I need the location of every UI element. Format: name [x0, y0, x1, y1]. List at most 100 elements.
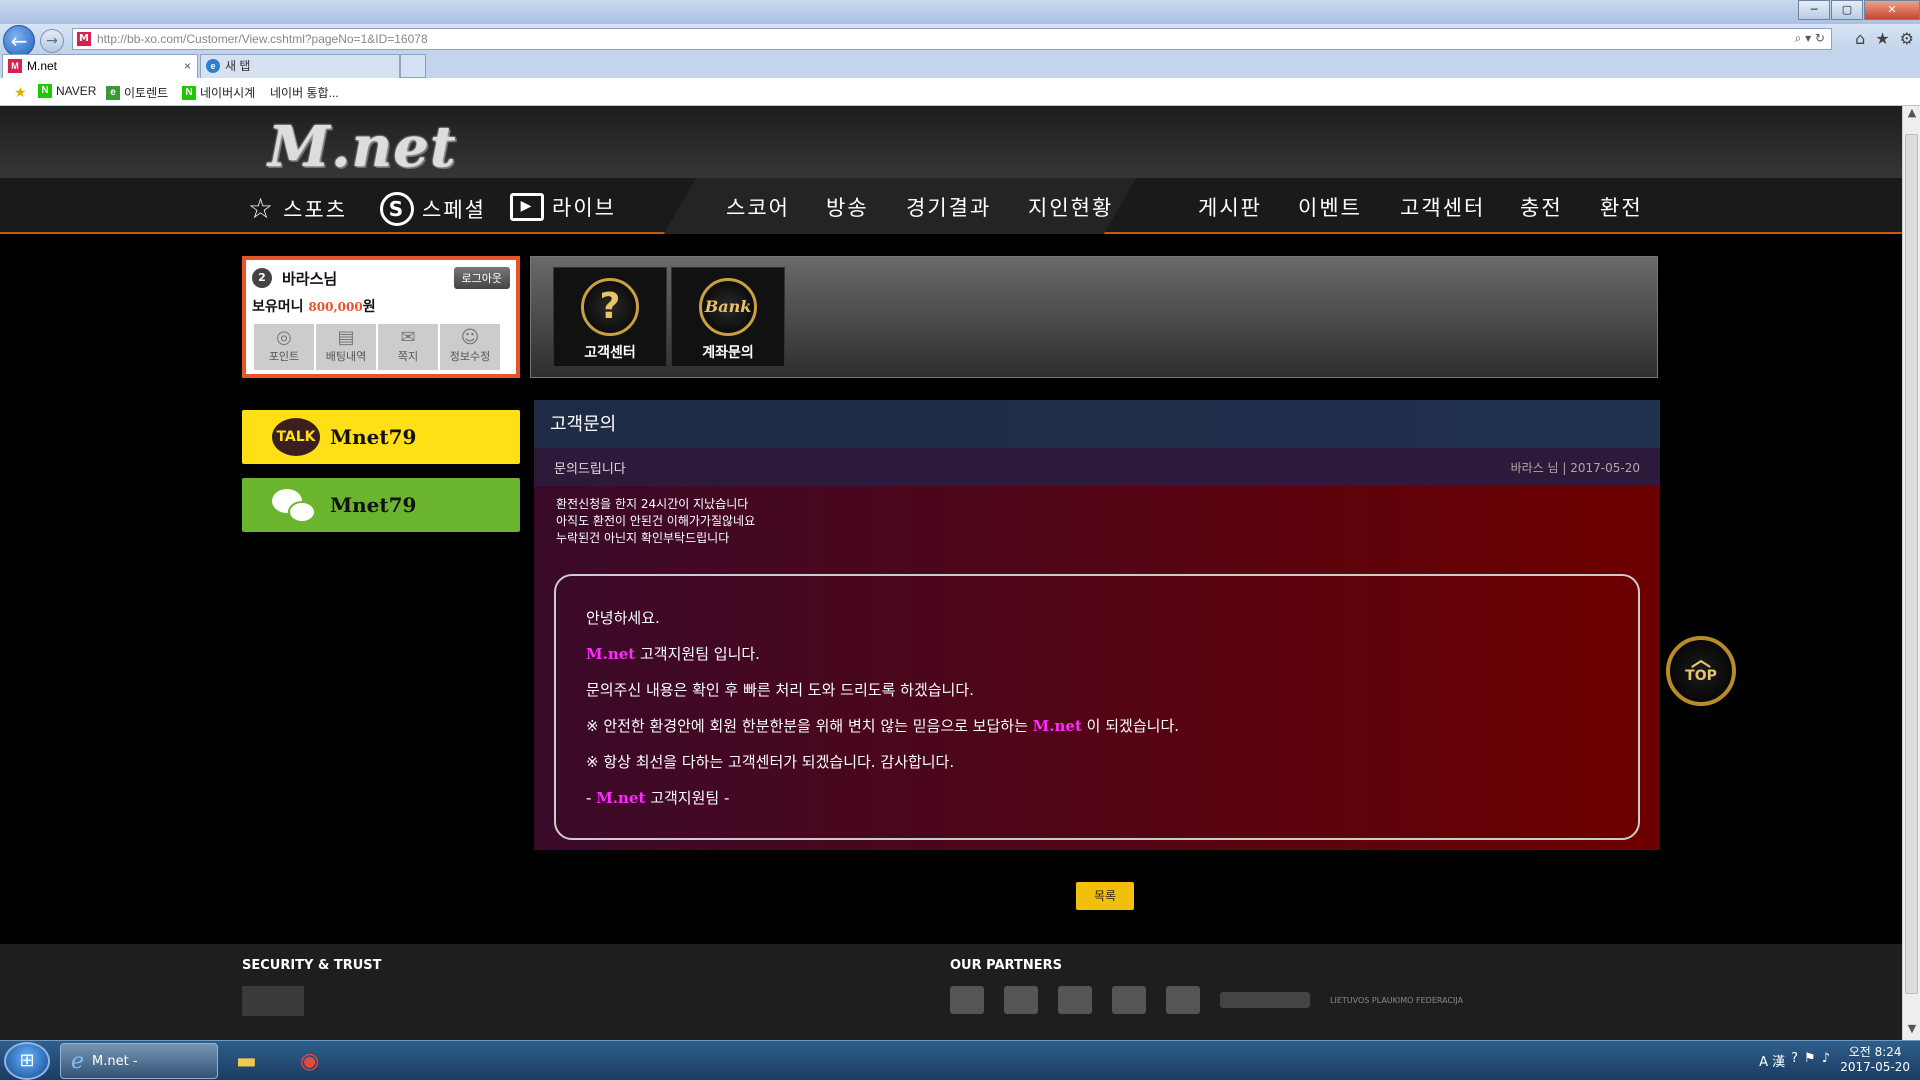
etorrent-icon: e: [106, 85, 120, 100]
envelope-icon: ✉: [400, 327, 416, 348]
nav-sports[interactable]: ☆ 스포츠: [248, 192, 347, 225]
scroll-top-button[interactable]: ︿ TOP: [1666, 636, 1736, 706]
ime-indicator[interactable]: A 漢: [1759, 1051, 1785, 1070]
naver-icon: N: [38, 84, 52, 98]
nav-results[interactable]: 경기결과: [906, 192, 991, 222]
edit-profile-button[interactable]: ☺ 정보수정: [440, 324, 500, 370]
list-button[interactable]: 목록: [1076, 882, 1134, 910]
nav-withdraw[interactable]: 환전: [1600, 192, 1643, 222]
user-buttons: ◎ 포인트 ▤ 배팅내역 ✉ 쪽지 ☺ 정보수정: [254, 324, 500, 370]
document-icon: ▤: [337, 327, 355, 348]
answer-box: 안녕하세요. M.net 고객지원팀 입니다. 문의주신 내용은 확인 후 빠른…: [554, 574, 1640, 840]
chevron-up-icon: ︿: [1691, 647, 1711, 671]
naver-icon: N: [182, 85, 196, 100]
fav-naver-clock[interactable]: N 네이버시계: [182, 84, 255, 101]
bank-icon: Bank: [699, 278, 757, 336]
partner-logo: [1004, 986, 1038, 1014]
volume-icon[interactable]: ♪: [1822, 1051, 1830, 1070]
start-button[interactable]: ⊞: [4, 1042, 50, 1080]
tab-new[interactable]: e 새 탭: [200, 54, 400, 78]
home-icon[interactable]: ⌂: [1855, 29, 1865, 48]
special-s-icon: S: [380, 192, 414, 226]
point-button[interactable]: ◎ 포인트: [254, 324, 314, 370]
ie-icon: ℯ: [71, 1048, 85, 1074]
fav-naver-search[interactable]: 네이버 통합...: [270, 84, 339, 101]
fav-naver[interactable]: N NAVER: [38, 84, 96, 98]
money-row: 보유머니 800,000원: [252, 299, 376, 315]
partner-logo: [950, 986, 984, 1014]
wechat-icon: [272, 485, 320, 525]
fav-etorrent[interactable]: e 이토렌트: [106, 84, 168, 101]
minimize-button[interactable]: ─: [1798, 0, 1830, 20]
help-icon[interactable]: ?: [1791, 1051, 1798, 1070]
taskbar-ie-window[interactable]: ℯ M.net -: [60, 1043, 218, 1079]
site-logo[interactable]: M.net: [268, 114, 457, 180]
star-icon: ☆: [248, 192, 276, 225]
url-text[interactable]: http://bb-xo.com/Customer/View.cshtml?pa…: [97, 32, 428, 46]
web-page: M.net ☆ 스포츠 S 스페셜 ▶ 라이브 스코어 방송 경기결과 지인현황 게시…: [0, 106, 1902, 1040]
tab-close-icon[interactable]: ×: [184, 55, 191, 77]
site-header: M.net: [0, 106, 1902, 180]
security-badge: [242, 986, 304, 1016]
level-badge: 2: [252, 268, 272, 288]
nav-broadcast[interactable]: 방송: [826, 192, 869, 222]
scroll-thumb[interactable]: [1905, 134, 1918, 994]
address-actions[interactable]: ⌕ ▾ ↻: [1795, 31, 1825, 46]
partner-logo: [1166, 986, 1200, 1014]
inquiry-subject-row: 문의드립니다 바라스 님 | 2017-05-20: [534, 448, 1660, 486]
question-icon: ?: [581, 278, 639, 336]
account-inquiry-button[interactable]: Bank 계좌문의: [671, 267, 785, 367]
kakaotalk-contact[interactable]: TALK Mnet79: [242, 410, 520, 464]
taskbar: ⊞ ℯ M.net - ▬ ◉ A 漢 ? ⚑ ♪ 오전 8:24 2017-0…: [0, 1040, 1920, 1080]
flag-icon[interactable]: ⚑: [1804, 1051, 1816, 1070]
chrome-icon[interactable]: ◉: [290, 1043, 340, 1079]
wechat-contact[interactable]: Mnet79: [242, 478, 520, 532]
inquiry-text: 환전신청을 한지 24시간이 지났습니다 아직도 환전이 안된건 이해가가질않네…: [556, 497, 756, 545]
partners-title: OUR PARTNERS: [950, 958, 1062, 973]
tab-label: 새 탭: [225, 59, 251, 73]
main-nav: ☆ 스포츠 S 스페셜 ▶ 라이브 스코어 방송 경기결과 지인현황 게시판 이벤트 …: [0, 178, 1902, 234]
tab-mnet[interactable]: M M.net ×: [2, 54, 198, 78]
partner-logo: [1058, 986, 1092, 1014]
forward-button[interactable]: →: [40, 29, 64, 53]
partner-logo-text: LIETUVOS PLAUKIMO FEDERACIJA: [1330, 995, 1464, 1005]
close-button[interactable]: ✕: [1864, 0, 1920, 20]
site-footer: SECURITY & TRUST OUR PARTNERS LIETUVOS P…: [0, 944, 1902, 1040]
system-tray: A 漢 ? ⚑ ♪: [1759, 1051, 1830, 1070]
message-button[interactable]: ✉ 쪽지: [378, 324, 438, 370]
nav-customer-center[interactable]: 고객센터: [1400, 192, 1485, 222]
inquiry-subject: 문의드립니다: [554, 461, 626, 477]
username: 바라스님: [282, 269, 338, 288]
money-value: 800,000: [308, 300, 363, 314]
user-panel: 2 바라스님 로그아웃 보유머니 800,000원 ◎ 포인트 ▤ 배팅내역 ✉ 쪽지…: [242, 256, 520, 378]
scroll-up-icon[interactable]: ▲: [1903, 106, 1920, 124]
nav-board[interactable]: 게시판: [1198, 192, 1262, 222]
vertical-scrollbar[interactable]: ▲ ▼: [1902, 106, 1920, 1040]
customer-center-button[interactable]: ? 고객센터: [553, 267, 667, 367]
gear-icon[interactable]: ⚙: [1900, 29, 1914, 48]
favorites-star-icon[interactable]: ★: [1875, 29, 1889, 48]
maximize-button[interactable]: ▢: [1831, 0, 1863, 20]
inquiry-body: 환전신청을 한지 24시간이 지났습니다 아직도 환전이 안된건 이해가가질않네…: [534, 486, 1660, 850]
scroll-down-icon[interactable]: ▼: [1903, 1022, 1920, 1040]
nav-referrals[interactable]: 지인현황: [1028, 192, 1113, 222]
nav-event[interactable]: 이벤트: [1298, 192, 1362, 222]
address-bar[interactable]: M http://bb-xo.com/Customer/View.cshtml?…: [72, 28, 1832, 50]
explorer-icon[interactable]: ▬: [226, 1043, 276, 1079]
bet-history-button[interactable]: ▤ 배팅내역: [316, 324, 376, 370]
nav-score[interactable]: 스코어: [726, 192, 790, 222]
logout-button[interactable]: 로그아웃: [453, 267, 510, 289]
inquiry-meta: 바라스 님 | 2017-05-20: [1510, 460, 1640, 475]
mnet-favicon: M: [8, 59, 22, 73]
site-favicon: M: [77, 32, 91, 46]
partner-logo: [1112, 986, 1146, 1014]
live-monitor-icon: ▶: [510, 193, 544, 221]
favorites-star-icon[interactable]: ★: [14, 84, 27, 101]
nav-live[interactable]: ▶ 라이브: [510, 192, 616, 222]
clock[interactable]: 오전 8:24 2017-05-20: [1840, 1045, 1910, 1075]
back-button[interactable]: ←: [3, 25, 35, 57]
new-tab-button[interactable]: [400, 54, 426, 78]
user-icon: ☺: [460, 327, 480, 348]
nav-deposit[interactable]: 충전: [1520, 192, 1563, 222]
nav-special[interactable]: S 스페셜: [380, 192, 486, 226]
